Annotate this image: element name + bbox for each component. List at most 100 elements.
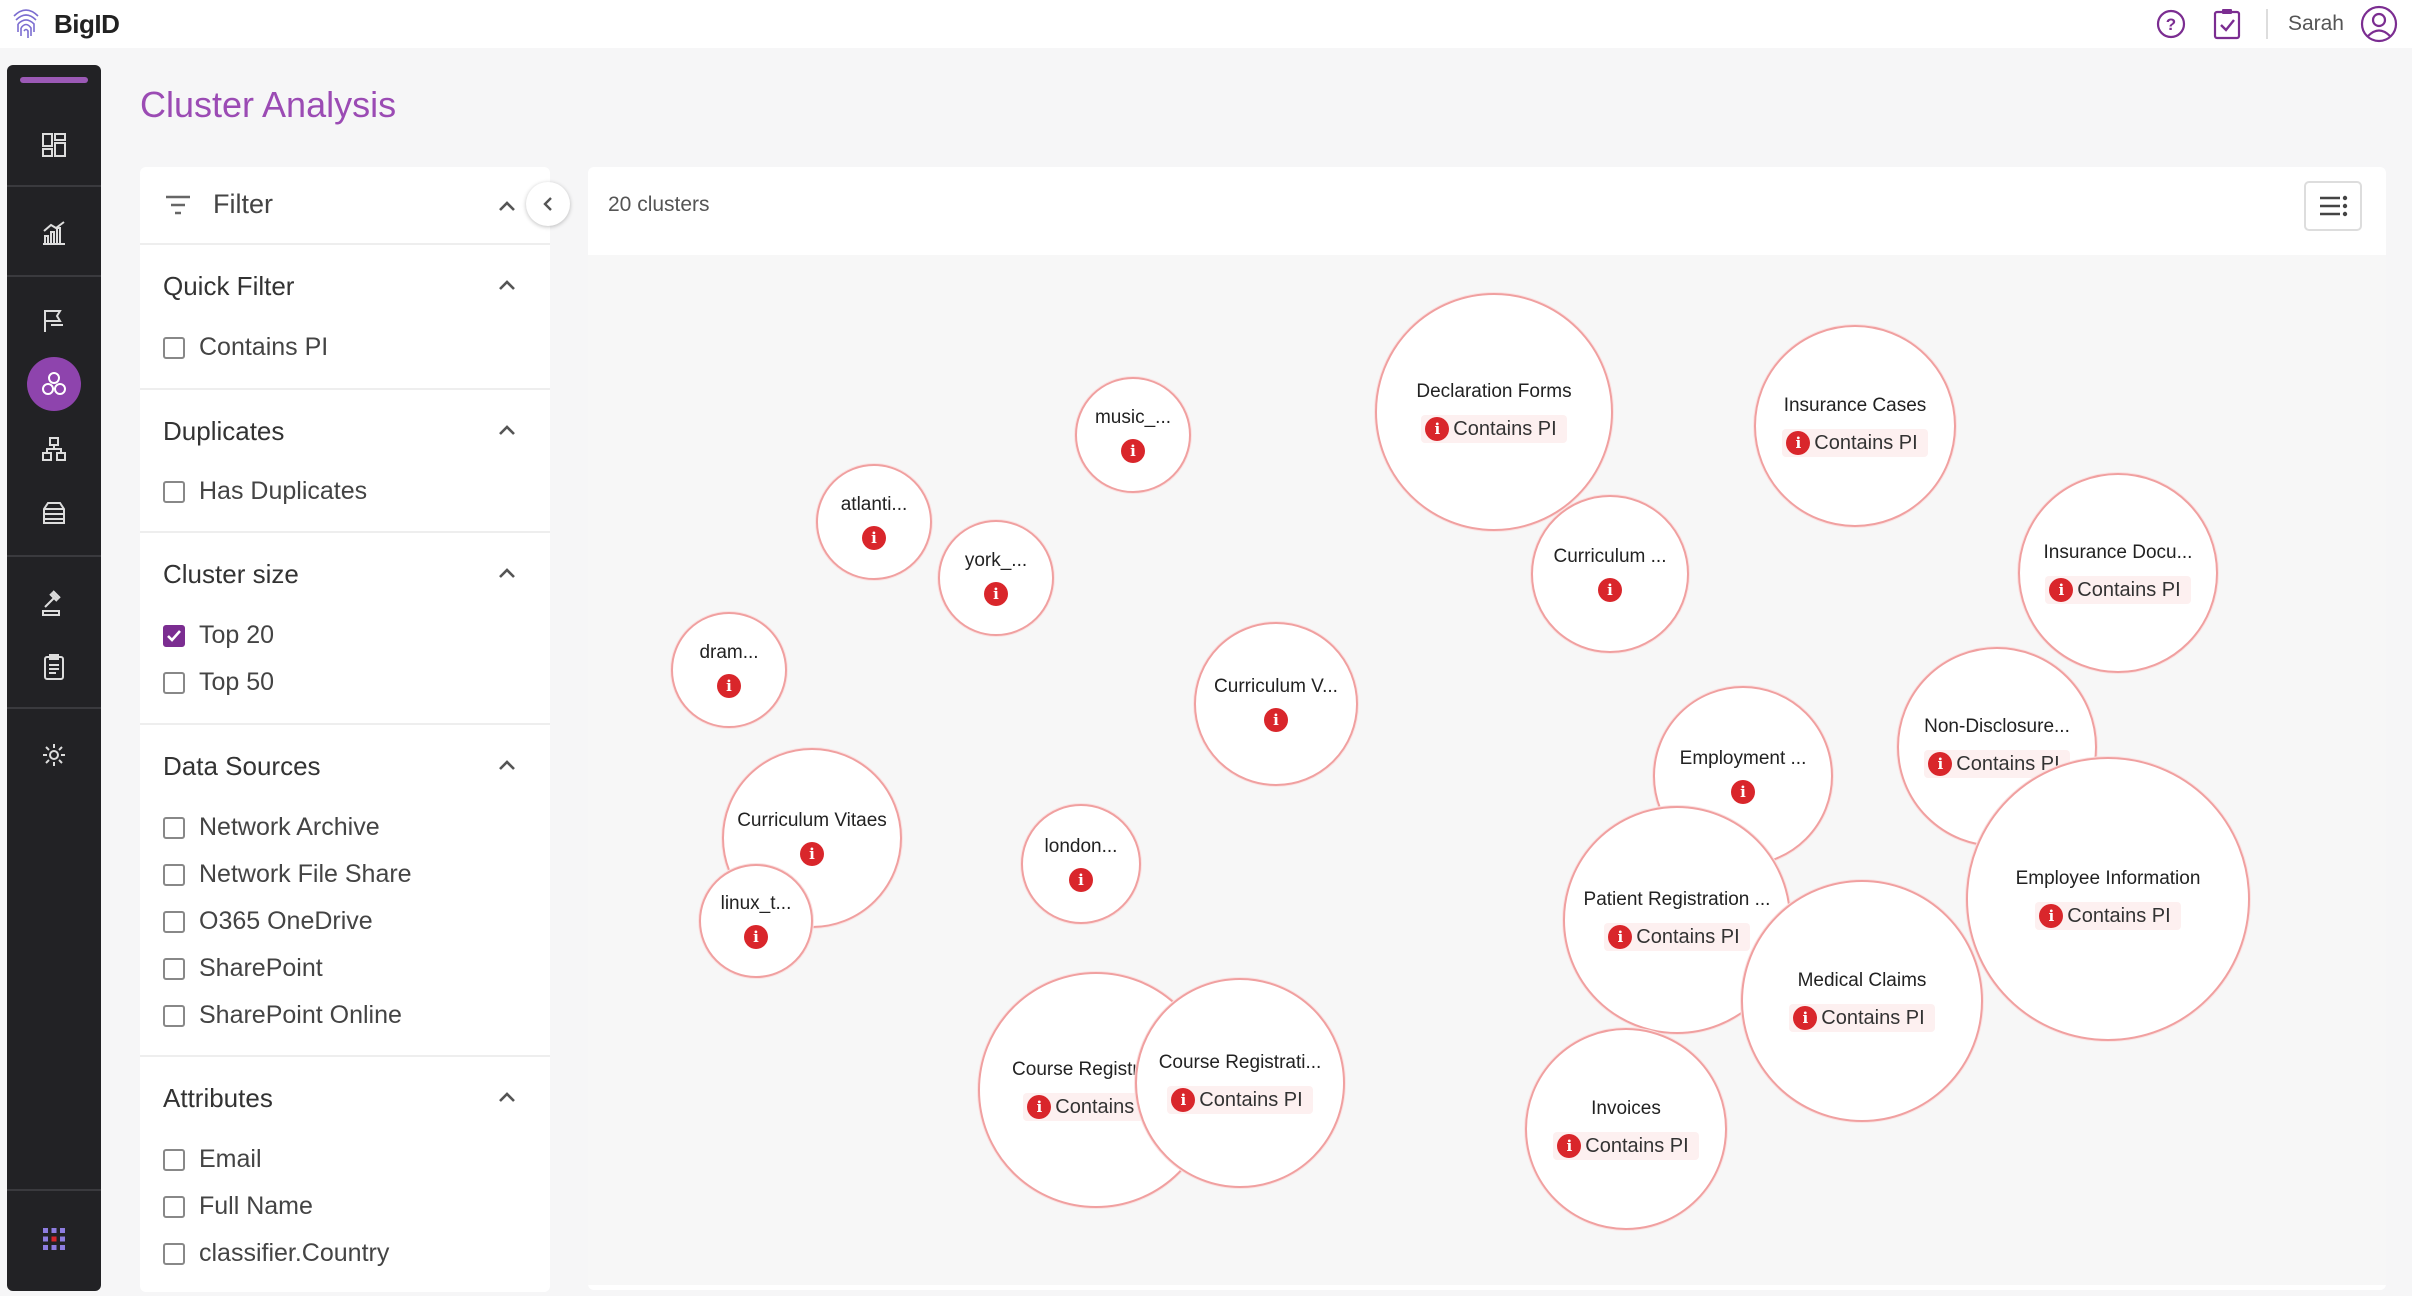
user-avatar-icon[interactable]: [2360, 5, 2398, 43]
section-quick-filter: Quick Filter Contains PI: [140, 245, 550, 390]
checkbox-classifier-country[interactable]: classifier.Country: [163, 1239, 389, 1268]
nav-governance[interactable]: [7, 573, 101, 633]
checkbox[interactable]: [163, 1242, 185, 1265]
cluster-bubble[interactable]: atlanti... i: [816, 464, 932, 580]
cluster-name: Patient Registration ...: [1583, 889, 1771, 910]
checkbox-checked[interactable]: [163, 624, 185, 647]
pi-badge-label: Contains PI: [1814, 431, 1918, 454]
chevron-up-icon[interactable]: [495, 273, 519, 297]
nav-dashboard[interactable]: [7, 115, 101, 175]
cluster-name: Curriculum V...: [1214, 676, 1338, 697]
nav-settings[interactable]: [7, 725, 101, 785]
inventory-icon: [43, 502, 65, 524]
user-name[interactable]: Sarah: [2288, 12, 2344, 36]
info-alert-icon: i: [984, 582, 1008, 606]
checkbox[interactable]: [163, 957, 185, 980]
checkbox[interactable]: [163, 671, 185, 694]
info-alert-icon: i: [2039, 904, 2064, 928]
nav-policies[interactable]: [7, 291, 101, 351]
page-title: Cluster Analysis: [140, 84, 397, 125]
chevron-up-icon[interactable]: [495, 418, 519, 442]
list-view-button[interactable]: [2304, 181, 2362, 231]
checkbox-o365-onedrive[interactable]: O365 OneDrive: [163, 907, 373, 936]
checkbox-label: Full Name: [199, 1192, 313, 1220]
chevron-up-icon[interactable]: [495, 1085, 519, 1109]
pi-badge-label: Contains PI: [2077, 578, 2181, 601]
cluster-bubble[interactable]: Employee Information i Contains PI: [1966, 757, 2250, 1041]
contains-pi-badge: i Contains PI: [1782, 429, 1928, 457]
section-attributes: Attributes Email Full Name classifier.Co…: [140, 1057, 550, 1292]
checkbox-label: O365 OneDrive: [199, 907, 373, 935]
cluster-bubble[interactable]: Medical Claims i Contains PI: [1741, 880, 1983, 1122]
list-view-icon: [2320, 195, 2348, 217]
checkbox-label: Top 20: [199, 621, 275, 649]
fingerprint-logo-icon: [13, 9, 39, 38]
info-alert-icon: i: [1264, 708, 1288, 732]
checkbox[interactable]: [163, 336, 185, 359]
info-alert-icon: i: [1793, 1006, 1818, 1030]
cluster-name: music_...: [1094, 407, 1172, 428]
nav-analytics[interactable]: [7, 203, 101, 263]
cluster-bubble[interactable]: london... i: [1021, 804, 1141, 924]
tasks-button[interactable]: [2210, 7, 2244, 41]
cluster-bubble[interactable]: Insurance Docu... i Contains PI: [2018, 473, 2218, 673]
tasks-icon: [2213, 9, 2241, 40]
cluster-bubble[interactable]: dram... i: [671, 612, 787, 728]
checkbox-label: SharePoint: [199, 954, 323, 982]
checkbox-contains-pi[interactable]: Contains PI: [163, 333, 328, 362]
cluster-name: linux_t...: [720, 893, 792, 914]
cluster-bubble[interactable]: york_... i: [938, 520, 1054, 636]
nav-cluster-analysis[interactable]: [7, 354, 101, 414]
checkbox-sharepoint[interactable]: SharePoint: [163, 954, 323, 983]
nav-accent-bar: [20, 77, 88, 83]
nav-divider: [7, 707, 101, 709]
brand-logo[interactable]: BigID: [8, 6, 120, 42]
filter-title: Filter: [213, 189, 273, 219]
checkbox-label: Contains PI: [199, 333, 329, 361]
pi-badge-label: Contains PI: [1199, 1088, 1303, 1111]
checkbox-top-50[interactable]: Top 50: [163, 668, 274, 697]
cluster-bubble[interactable]: linux_t... i: [699, 864, 813, 978]
info-alert-icon: i: [862, 526, 886, 550]
checkbox-full-name[interactable]: Full Name: [163, 1192, 313, 1221]
cluster-panel: 20 clusters Declaration Forms i Contains P…: [588, 167, 2386, 1290]
checkbox[interactable]: [163, 1148, 185, 1171]
checkbox-network-file-share[interactable]: Network File Share: [163, 860, 412, 889]
cluster-bubble[interactable]: Declaration Forms i Contains PI: [1375, 293, 1613, 531]
checkbox[interactable]: [163, 816, 185, 839]
nav-apps[interactable]: [7, 1209, 101, 1269]
checkbox[interactable]: [163, 863, 185, 886]
checkbox[interactable]: [163, 910, 185, 933]
checkbox-email[interactable]: Email: [163, 1145, 262, 1174]
clipboard-icon: [44, 654, 64, 680]
cluster-bubble[interactable]: Curriculum V... i: [1194, 622, 1358, 786]
nav-reports[interactable]: [7, 637, 101, 697]
info-alert-icon: i: [1786, 431, 1811, 455]
cluster-bubble[interactable]: music_... i: [1075, 377, 1191, 493]
section-duplicates: Duplicates Has Duplicates: [140, 390, 550, 533]
chevron-up-icon[interactable]: [495, 753, 519, 777]
checkbox[interactable]: [163, 1004, 185, 1027]
info-alert-icon: i: [1027, 1095, 1052, 1119]
filter-header[interactable]: Filter: [140, 167, 550, 245]
cluster-bubble[interactable]: Course Registrati... i Contains PI: [1135, 978, 1345, 1188]
nav-catalog[interactable]: [7, 419, 101, 479]
checkbox[interactable]: [163, 1195, 185, 1218]
nav-inventory[interactable]: [7, 483, 101, 543]
pi-badge-label: Contains PI: [1636, 925, 1740, 948]
help-button[interactable]: ?: [2154, 7, 2188, 41]
section-title: Attributes: [163, 1083, 273, 1113]
chevron-up-icon[interactable]: [495, 194, 519, 218]
chevron-up-icon[interactable]: [495, 561, 519, 585]
checkbox-top-20[interactable]: Top 20: [163, 621, 274, 650]
checkbox-has-duplicates[interactable]: Has Duplicates: [163, 477, 367, 506]
checkbox[interactable]: [163, 480, 185, 503]
cluster-name: Medical Claims: [1797, 970, 1927, 991]
collapse-filter-button[interactable]: [526, 182, 570, 226]
cluster-bubble[interactable]: Insurance Cases i Contains PI: [1754, 325, 1956, 527]
checkbox-network-archive[interactable]: Network Archive: [163, 813, 380, 842]
checkbox-sharepoint-online[interactable]: SharePoint Online: [163, 1001, 402, 1030]
cluster-bubble[interactable]: Invoices i Contains PI: [1525, 1028, 1727, 1230]
info-alert-icon: i: [1171, 1088, 1196, 1112]
cluster-bubble[interactable]: Curriculum ... i: [1531, 495, 1689, 653]
